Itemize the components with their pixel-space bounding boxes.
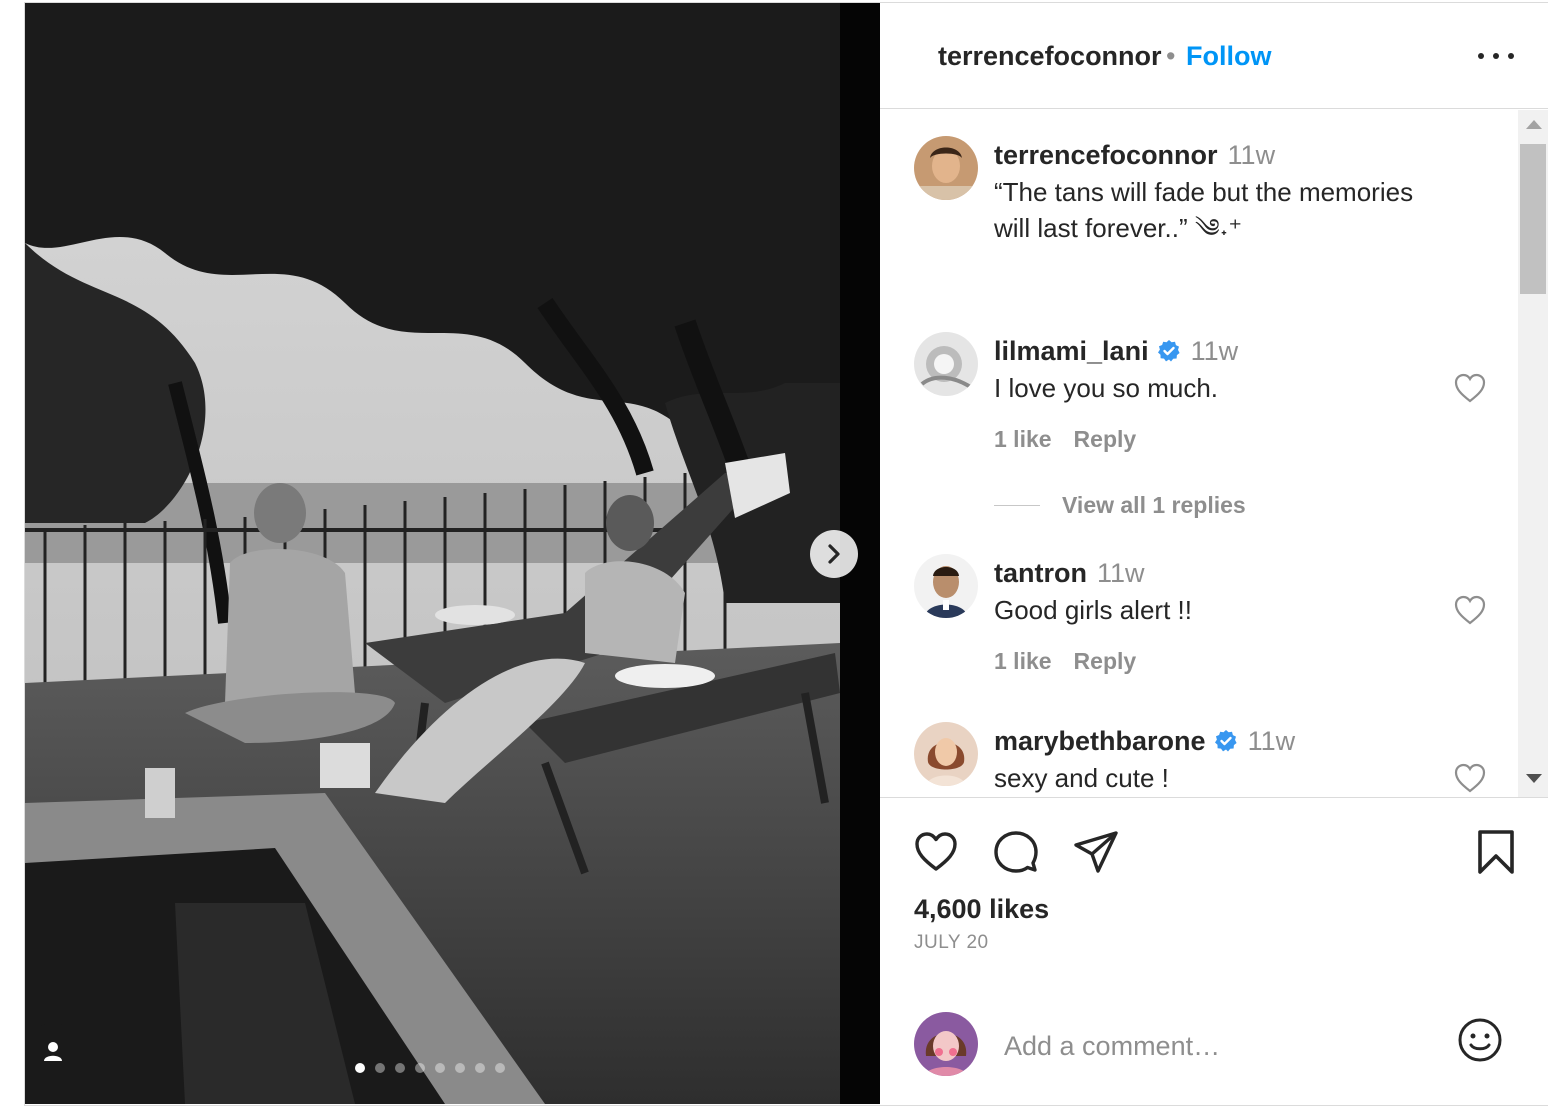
heart-icon[interactable] — [1453, 762, 1487, 794]
comment-meta: 1 like Reply — [994, 426, 1158, 453]
post-actions: 4,600 likes JULY 20 — [880, 797, 1548, 1107]
comment-meta: 1 like Reply — [994, 648, 1158, 675]
chevron-right-icon — [828, 544, 840, 564]
comment-text: I love you so much. — [994, 373, 1218, 403]
caption-time: 11w — [1227, 140, 1276, 170]
tagged-users-button[interactable] — [25, 1023, 81, 1079]
comment-likes[interactable]: 1 like — [994, 648, 1052, 674]
avatar — [914, 1012, 978, 1076]
header-separator: • — [1166, 41, 1176, 71]
avatar-image — [914, 136, 978, 200]
comment-username[interactable]: tantron 11w — [994, 558, 1145, 589]
comment-username-text[interactable]: tantron — [994, 558, 1087, 588]
comment-time: 11w — [1247, 726, 1296, 756]
likes-count[interactable]: 4,600 likes — [914, 894, 1049, 925]
carousel-dot — [495, 1063, 505, 1073]
carousel-dot — [395, 1063, 405, 1073]
carousel-dot — [475, 1063, 485, 1073]
more-options-button[interactable] — [1478, 41, 1514, 71]
view-replies-label[interactable]: View all 1 replies — [1062, 492, 1246, 519]
post-media[interactable] — [25, 3, 880, 1104]
caption-username-text[interactable]: terrencefoconnor — [994, 140, 1218, 170]
replies-line — [994, 505, 1040, 506]
carousel-dot — [435, 1063, 445, 1073]
caption-line-1: “The tans will fade but the memories — [994, 177, 1414, 207]
carousel-indicator — [355, 1063, 505, 1073]
view-replies-button[interactable]: View all 1 replies — [994, 492, 1246, 519]
more-dot — [1508, 53, 1514, 59]
comment-username[interactable]: marybethbarone 11w — [994, 726, 1295, 757]
comments-list[interactable]: terrencefoconnor 11w “The tans will fade … — [880, 110, 1520, 797]
comment-time: 11w — [1096, 558, 1145, 588]
verified-badge-icon — [1157, 339, 1180, 362]
heart-icon[interactable] — [1453, 372, 1487, 404]
add-comment-bar — [880, 998, 1548, 1104]
comment-text: sexy and cute ! — [994, 763, 1169, 793]
avatar[interactable] — [914, 554, 978, 618]
carousel-dot — [455, 1063, 465, 1073]
comments-scrollbar[interactable] — [1518, 110, 1548, 797]
comment-username[interactable]: lilmami_lani 11w — [994, 336, 1238, 367]
follow-button[interactable]: Follow — [1186, 41, 1271, 72]
heart-icon[interactable] — [912, 828, 960, 876]
author-username[interactable]: terrencefoconnor — [938, 41, 1162, 72]
carousel-dot — [355, 1063, 365, 1073]
avatar-image — [914, 722, 978, 786]
scrollbar-thumb[interactable] — [1520, 144, 1546, 294]
bookmark-icon[interactable] — [1472, 828, 1520, 876]
reply-button[interactable]: Reply — [1074, 426, 1137, 452]
carousel-dot — [415, 1063, 425, 1073]
avatar[interactable] — [914, 722, 978, 786]
carousel-dot — [375, 1063, 385, 1073]
scroll-up-arrow-icon[interactable] — [1526, 120, 1542, 129]
avatar-image — [914, 332, 978, 396]
emoji-icon[interactable] — [1456, 1016, 1504, 1064]
post-header: terrencefoconnor • Follow — [880, 3, 1548, 109]
caption-username[interactable]: terrencefoconnor 11w — [994, 140, 1275, 171]
more-dot — [1478, 53, 1484, 59]
comment-likes[interactable]: 1 like — [994, 426, 1052, 452]
comment-input[interactable] — [1004, 1026, 1424, 1066]
verified-badge-icon — [1214, 729, 1237, 752]
next-slide-button[interactable] — [810, 530, 858, 578]
post-panel: terrencefoconnor • Follow terrencefoconn… — [880, 3, 1548, 1104]
post-date: JULY 20 — [914, 932, 989, 953]
more-dot — [1493, 53, 1499, 59]
post-photo — [25, 3, 840, 1104]
avatar[interactable] — [914, 332, 978, 396]
avatar[interactable] — [914, 136, 978, 200]
comment-time: 11w — [1190, 336, 1239, 366]
heart-icon[interactable] — [1453, 594, 1487, 626]
avatar-image — [914, 1012, 978, 1076]
caption-line-2: will last forever..” ༄˖⁺ — [994, 213, 1243, 243]
comment-icon[interactable] — [992, 828, 1040, 876]
comment-username-text[interactable]: marybethbarone — [994, 726, 1206, 756]
comment-username-text[interactable]: lilmami_lani — [994, 336, 1149, 366]
reply-button[interactable]: Reply — [1074, 648, 1137, 674]
send-icon[interactable] — [1072, 828, 1120, 876]
avatar-image — [914, 554, 978, 618]
user-tag-icon — [44, 1042, 62, 1061]
scroll-down-arrow-icon[interactable] — [1526, 774, 1542, 783]
comment-text: Good girls alert !! — [994, 595, 1192, 625]
